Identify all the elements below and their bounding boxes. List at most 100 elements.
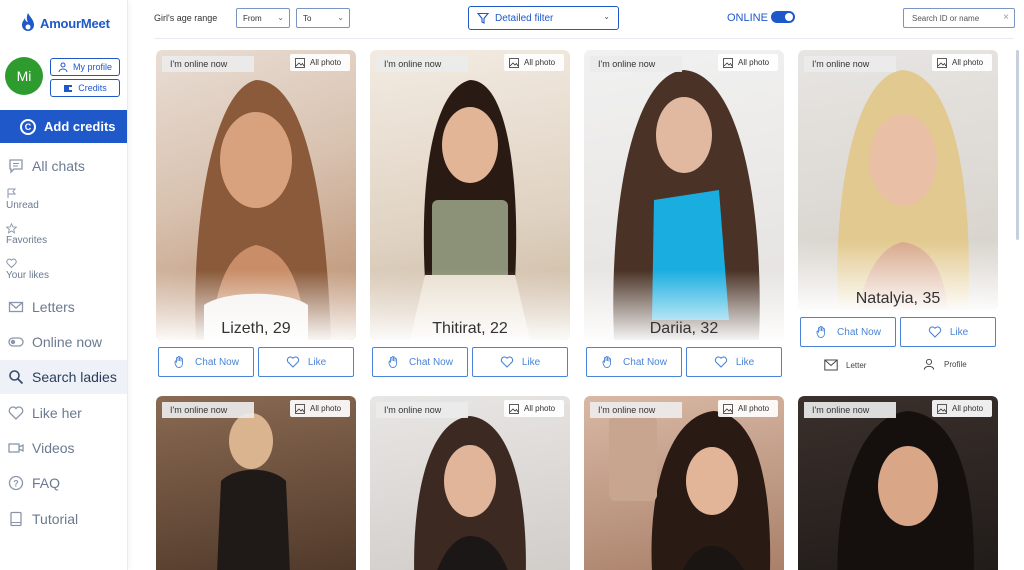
online-badge: I'm online now (590, 402, 682, 418)
profile-photo[interactable]: I'm online now All photo Lizeth, 29 (156, 50, 356, 340)
letter-link[interactable]: Letter (824, 359, 866, 371)
chat-now-label: Chat Now (837, 326, 881, 338)
all-photo-button[interactable]: All photo (718, 54, 778, 71)
all-photo-button[interactable]: All photo (504, 54, 564, 71)
age-to-select[interactable]: To ⌄ (296, 8, 350, 28)
profile-photo[interactable]: I'm online now All photo (156, 396, 356, 570)
letter-label: Letter (846, 360, 867, 370)
brand-name: AmourMeet (40, 15, 110, 31)
wave-hand-icon (816, 326, 825, 338)
add-credits-button[interactable]: C Add credits (0, 110, 127, 143)
chevron-down-icon: ⌄ (603, 12, 610, 21)
profile-photo[interactable]: I'm online now All photo (370, 396, 570, 570)
like-label: Like (307, 356, 327, 368)
chat-now-button[interactable]: Chat Now (586, 347, 682, 377)
profile-card: I'm online now All photo Natalyia, 35 Ch… (798, 50, 998, 380)
image-icon (295, 403, 305, 414)
chevron-down-icon: ⌄ (277, 13, 284, 22)
user-icon (58, 62, 68, 72)
all-photo-label: All photo (952, 404, 984, 413)
my-profile-button[interactable]: My profile (50, 58, 120, 76)
sidebar-item-label: All chats (32, 158, 85, 174)
credits-button[interactable]: Credits (50, 79, 120, 97)
flag-icon (7, 188, 17, 198)
detailed-filter-label: Detailed filter (495, 12, 554, 24)
question-icon: ? (8, 475, 24, 491)
sidebar-item-label: Online now (32, 334, 103, 350)
sidebar-item-all-chats[interactable]: All chats (0, 157, 127, 175)
clear-icon[interactable]: × (1003, 12, 1009, 23)
credits-label: Credits (78, 83, 107, 93)
online-badge: I'm online now (804, 56, 896, 72)
flame-logo-icon (22, 13, 34, 31)
profile-photo[interactable]: I'm online now All photo Natalyia, 35 (798, 50, 998, 310)
all-photo-button[interactable]: All photo (290, 400, 350, 417)
profile-photo[interactable]: I'm online now All photo Dariia, 32 (584, 50, 784, 340)
profile-link[interactable]: Profile (922, 358, 967, 370)
image-icon (937, 403, 947, 414)
search-icon (9, 370, 24, 385)
search-id-input[interactable]: Search ID or name × (903, 8, 1015, 28)
sidebar-item-like-her[interactable]: Like her (0, 404, 127, 422)
profile-label: Profile (944, 359, 967, 369)
like-label: Like (735, 356, 755, 368)
profile-photo[interactable]: I'm online now All photo Thitirat, 22 (370, 50, 570, 340)
all-photo-button[interactable]: All photo (932, 54, 992, 71)
filter-funnel-icon (477, 12, 489, 24)
age-to-value: To (303, 13, 312, 23)
all-photo-label: All photo (952, 58, 984, 67)
like-button[interactable]: Like (900, 317, 996, 347)
chat-now-button[interactable]: Chat Now (372, 347, 468, 377)
all-photo-button[interactable]: All photo (718, 400, 778, 417)
woman-portrait-image (837, 411, 974, 570)
sidebar-item-tutorial[interactable]: Tutorial (0, 510, 127, 528)
wave-hand-icon (174, 356, 183, 368)
sidebar-item-online-now[interactable]: Online now (0, 333, 127, 351)
envelope-icon (824, 359, 838, 371)
online-badge: I'm online now (162, 56, 254, 72)
profile-card: I'm online now All photo (370, 396, 570, 570)
all-photo-label: All photo (738, 58, 770, 67)
profile-name: Lizeth, 29 (221, 320, 291, 337)
like-button[interactable]: Like (686, 347, 782, 377)
scrollbar[interactable] (1016, 50, 1019, 240)
profile-card: I'm online now All photo Lizeth, 29 Chat… (156, 50, 356, 380)
sidebar-item-label: Unread (6, 200, 39, 211)
heart-icon (8, 406, 24, 420)
chat-now-button[interactable]: Chat Now (800, 317, 896, 347)
sidebar-item-videos[interactable]: Videos (0, 439, 127, 457)
like-button[interactable]: Like (258, 347, 354, 377)
sidebar-item-letters[interactable]: Letters (0, 298, 127, 316)
sidebar-item-label: Your likes (6, 270, 49, 281)
logo[interactable]: AmourMeet (20, 12, 110, 34)
all-photo-label: All photo (738, 404, 770, 413)
sidebar-item-your-likes[interactable]: Your likes (6, 258, 49, 281)
online-badge: I'm online now (162, 402, 254, 418)
profile-card: I'm online now All photo (584, 396, 784, 570)
all-photo-button[interactable]: All photo (290, 54, 350, 71)
toggle-icon (8, 337, 24, 347)
profile-photo[interactable]: I'm online now All photo (798, 396, 998, 570)
sidebar-item-unread[interactable]: Unread (6, 188, 39, 211)
online-badge: I'm online now (376, 402, 468, 418)
sidebar-item-search-ladies[interactable]: Search ladies (0, 360, 127, 394)
sidebar-item-label: FAQ (32, 475, 61, 491)
sidebar-item-faq[interactable]: ? FAQ (0, 474, 127, 492)
heart-icon (286, 356, 299, 368)
all-photo-button[interactable]: All photo (932, 400, 992, 417)
sidebar-item-label: Tutorial (32, 511, 79, 527)
avatar[interactable]: Mi (5, 57, 43, 95)
profile-name: Natalyia, 35 (855, 290, 941, 307)
detailed-filter-dropdown[interactable]: Detailed filter ⌄ (468, 6, 619, 30)
chat-now-label: Chat Now (409, 356, 453, 368)
sidebar-item-favorites[interactable]: Favorites (6, 223, 47, 246)
chat-now-button[interactable]: Chat Now (158, 347, 254, 377)
profile-card: I'm online now All photo Thitirat, 22 Ch… (370, 50, 570, 380)
age-from-select[interactable]: From ⌄ (236, 8, 290, 28)
heart-icon (928, 326, 941, 338)
online-toggle[interactable] (771, 11, 795, 23)
profile-photo[interactable]: I'm online now All photo (584, 396, 784, 570)
coin-icon: C (20, 118, 36, 135)
all-photo-button[interactable]: All photo (504, 400, 564, 417)
like-button[interactable]: Like (472, 347, 568, 377)
